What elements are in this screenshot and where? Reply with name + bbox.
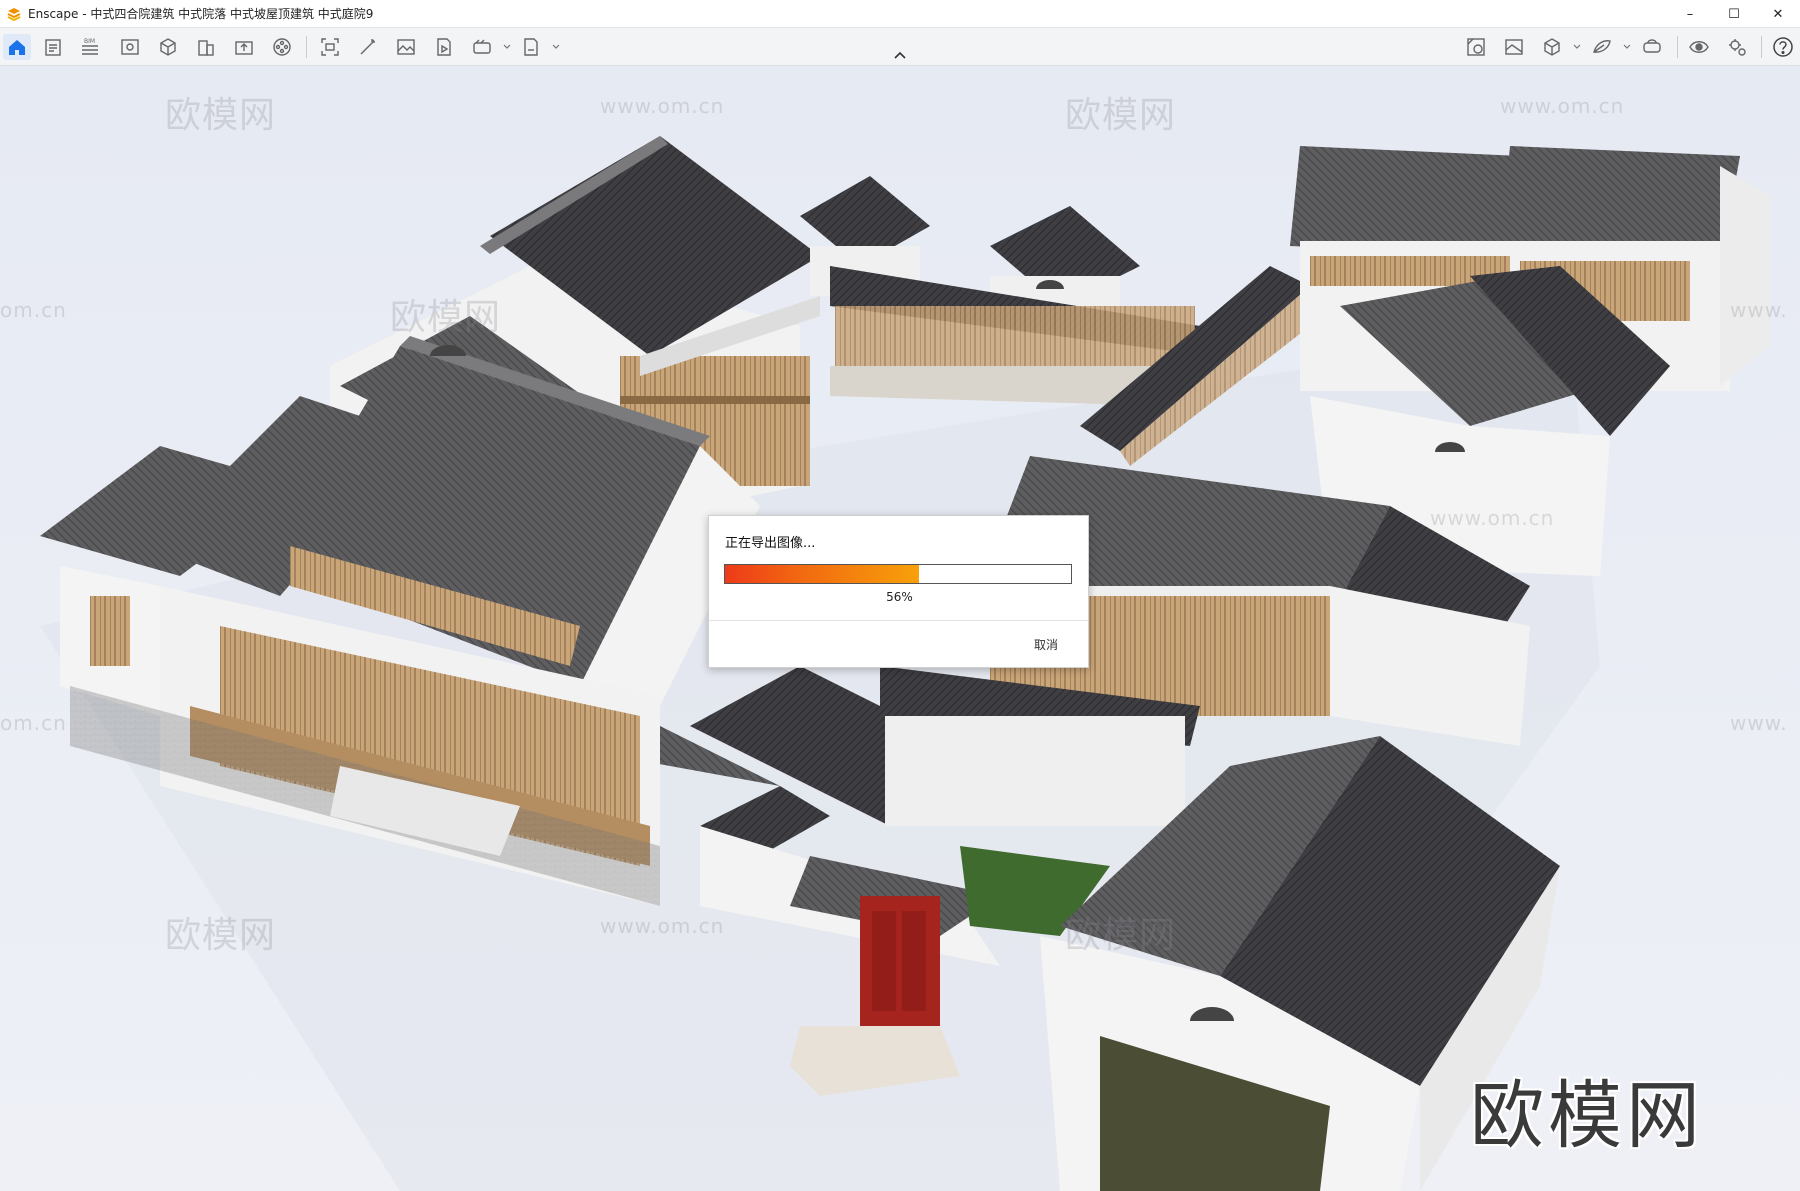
dialog-divider bbox=[709, 620, 1088, 621]
settings-icon[interactable] bbox=[1723, 34, 1751, 60]
vr-headset-icon[interactable] bbox=[1638, 34, 1666, 60]
chevron-down-icon[interactable] bbox=[1622, 42, 1632, 52]
progress-bar bbox=[724, 564, 1072, 584]
watermark-url: www.om.cn bbox=[1500, 94, 1625, 118]
export-progress-dialog: 正在导出图像... 56% 取消 bbox=[708, 515, 1089, 668]
watermark-logo: 欧模网 bbox=[390, 297, 502, 338]
window-controls: – ☐ ✕ bbox=[1668, 0, 1800, 28]
watermark-logo: 欧模网 bbox=[165, 95, 277, 136]
toolbar-separator bbox=[306, 36, 307, 58]
watermark-url: www. bbox=[1730, 711, 1788, 735]
watermark-logo: 欧模网 bbox=[1065, 95, 1177, 136]
toolbar-separator bbox=[1677, 36, 1678, 58]
building-icon[interactable] bbox=[192, 34, 220, 60]
watermark-url: www. bbox=[1730, 298, 1788, 322]
cube-icon[interactable] bbox=[1538, 34, 1566, 60]
home-icon[interactable] bbox=[3, 34, 31, 60]
export-icon[interactable] bbox=[517, 34, 545, 60]
chevron-down-icon[interactable] bbox=[502, 42, 512, 52]
views-icon[interactable] bbox=[116, 34, 144, 60]
atmosphere-icon[interactable] bbox=[354, 34, 382, 60]
help-icon[interactable] bbox=[1769, 34, 1797, 60]
bim-icon[interactable]: BIM bbox=[76, 34, 104, 60]
bim-label: BIM bbox=[84, 38, 95, 45]
watermark-logo: 欧模网 bbox=[1065, 915, 1177, 956]
watermark-url: om.cn bbox=[0, 711, 67, 735]
progress-bar-fill bbox=[725, 565, 919, 583]
notes-icon[interactable] bbox=[39, 34, 67, 60]
cancel-button[interactable]: 取消 bbox=[1034, 636, 1058, 653]
progress-percent: 56% bbox=[886, 590, 913, 604]
toolbar-separator bbox=[1761, 36, 1762, 58]
window-title: Enscape - 中式四合院建筑 中式院落 中式坡屋顶建筑 中式庭院9 bbox=[28, 7, 374, 21]
chevron-down-icon[interactable] bbox=[551, 42, 561, 52]
asset-library-icon[interactable] bbox=[154, 34, 182, 60]
batch-render-icon[interactable] bbox=[430, 34, 458, 60]
minimize-button[interactable]: – bbox=[1668, 0, 1712, 28]
watermark-url: www.om.cn bbox=[600, 94, 725, 118]
material-editor-icon[interactable] bbox=[1462, 34, 1490, 60]
watermark-logo: 欧模网 bbox=[165, 915, 277, 956]
eye-icon[interactable] bbox=[1685, 34, 1713, 60]
collapse-toolbar-chevron-icon[interactable] bbox=[892, 50, 908, 62]
watermark-url: om.cn bbox=[0, 298, 67, 322]
watermark-url: www.om.cn bbox=[600, 914, 725, 938]
capture-icon[interactable] bbox=[316, 34, 344, 60]
site-context-icon[interactable] bbox=[1588, 34, 1616, 60]
video-editor-icon[interactable] bbox=[268, 34, 296, 60]
watermark-logo-large: 欧模网 bbox=[1470, 1073, 1704, 1159]
maximize-button[interactable]: ☐ bbox=[1712, 0, 1756, 28]
chevron-down-icon[interactable] bbox=[1572, 42, 1582, 52]
title-bar: Enscape - 中式四合院建筑 中式院落 中式坡屋顶建筑 中式庭院9 – ☐… bbox=[0, 0, 1800, 28]
dialog-message: 正在导出图像... bbox=[725, 536, 816, 551]
upload-icon[interactable] bbox=[230, 34, 258, 60]
enscape-logo-icon bbox=[7, 7, 21, 21]
watermark-url: www.om.cn bbox=[1430, 506, 1555, 530]
visual-settings-icon[interactable] bbox=[1500, 34, 1528, 60]
screenshot-icon[interactable] bbox=[392, 34, 420, 60]
panorama-icon[interactable] bbox=[468, 34, 496, 60]
close-button[interactable]: ✕ bbox=[1756, 0, 1800, 28]
